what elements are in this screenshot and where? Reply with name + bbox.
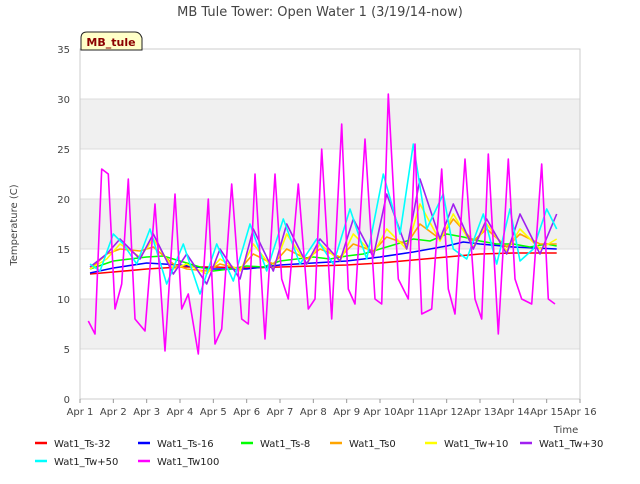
chart-svg: Apr 1 Apr 2 Apr 3 Apr 4 Apr 5 Apr 6 Apr 7 Apr 8… <box>9 5 603 468</box>
plot-band <box>80 149 580 199</box>
legend-item: Wat1_Ts-8 <box>241 439 310 450</box>
legend-item: Wat1_Tw100 <box>138 457 219 468</box>
y-axis-ticks: 0 5 10 15 20 25 30 35 <box>57 45 70 406</box>
x-tick-label: Apr 1 <box>67 407 94 418</box>
plot-band <box>80 99 580 149</box>
plot-band <box>80 299 580 349</box>
y-tick-label: 30 <box>57 95 70 106</box>
legend-item: Wat1_Tw+50 <box>35 457 118 468</box>
x-tick-label: Apr 4 <box>167 407 194 418</box>
legend-item: Wat1_Ts-32 <box>35 439 111 450</box>
x-tick-label: Apr 15 <box>530 407 563 418</box>
legend-item: Wat1_Ts0 <box>330 439 396 450</box>
x-tick-label: Apr 3 <box>133 407 160 418</box>
x-tick-label: Apr 2 <box>100 407 127 418</box>
y-tick-label: 15 <box>57 245 70 256</box>
legend-label: Wat1_Tw100 <box>157 457 219 468</box>
chart-title: MB Tule Tower: Open Water 1 (3/19/14-now… <box>177 5 463 20</box>
x-tick-label: Apr 6 <box>233 407 260 418</box>
x-tick-label: Apr 9 <box>333 407 360 418</box>
mb-tule-annotation: MB_tule <box>80 31 143 51</box>
legend-label: Wat1_Tw+50 <box>54 457 118 468</box>
y-tick-label: 20 <box>57 195 70 206</box>
x-tick-label: Apr 5 <box>200 407 227 418</box>
legend-label: Wat1_Tw+30 <box>539 439 603 450</box>
legend-label: Wat1_Ts-16 <box>157 439 214 450</box>
legend-item: Wat1_Tw+30 <box>520 439 603 450</box>
y-tick-label: 0 <box>64 395 70 406</box>
legend-item: Wat1_Tw+10 <box>425 439 508 450</box>
legend-label: Wat1_Ts-8 <box>260 439 310 450</box>
legend-label: Wat1_Tw+10 <box>444 439 508 450</box>
legend: Wat1_Ts-32 Wat1_Ts-16 Wat1_Ts-8 Wat1_Ts0 Wat… <box>35 439 603 468</box>
x-tick-label: Apr 7 <box>267 407 294 418</box>
x-tick-label: Apr 13 <box>463 407 496 418</box>
y-tick-label: 25 <box>57 145 70 156</box>
x-tick-label: Apr 12 <box>430 407 463 418</box>
y-tick-label: 10 <box>57 295 70 306</box>
x-tick-label: Apr 16 <box>563 407 596 418</box>
annotation-label: MB_tule <box>86 36 135 49</box>
x-tick-label: Apr 8 <box>300 407 327 418</box>
x-tick-label: Apr 11 <box>397 407 430 418</box>
legend-label: Wat1_Ts0 <box>349 439 396 450</box>
x-axis-ticks: Apr 1 Apr 2 Apr 3 Apr 4 Apr 5 Apr 6 Apr 7 Apr 8… <box>67 399 597 418</box>
legend-item: Wat1_Ts-16 <box>138 439 214 450</box>
x-axis-label: Time <box>553 425 578 436</box>
y-tick-label: 35 <box>57 45 70 56</box>
y-tick-label: 5 <box>64 345 70 356</box>
x-tick-label: Apr 10 <box>363 407 396 418</box>
plot-band <box>80 49 580 99</box>
x-tick-label: Apr 14 <box>497 407 530 418</box>
legend-label: Wat1_Ts-32 <box>54 439 111 450</box>
y-axis-label: Temperature (C) <box>9 184 20 266</box>
plot-band <box>80 349 580 399</box>
